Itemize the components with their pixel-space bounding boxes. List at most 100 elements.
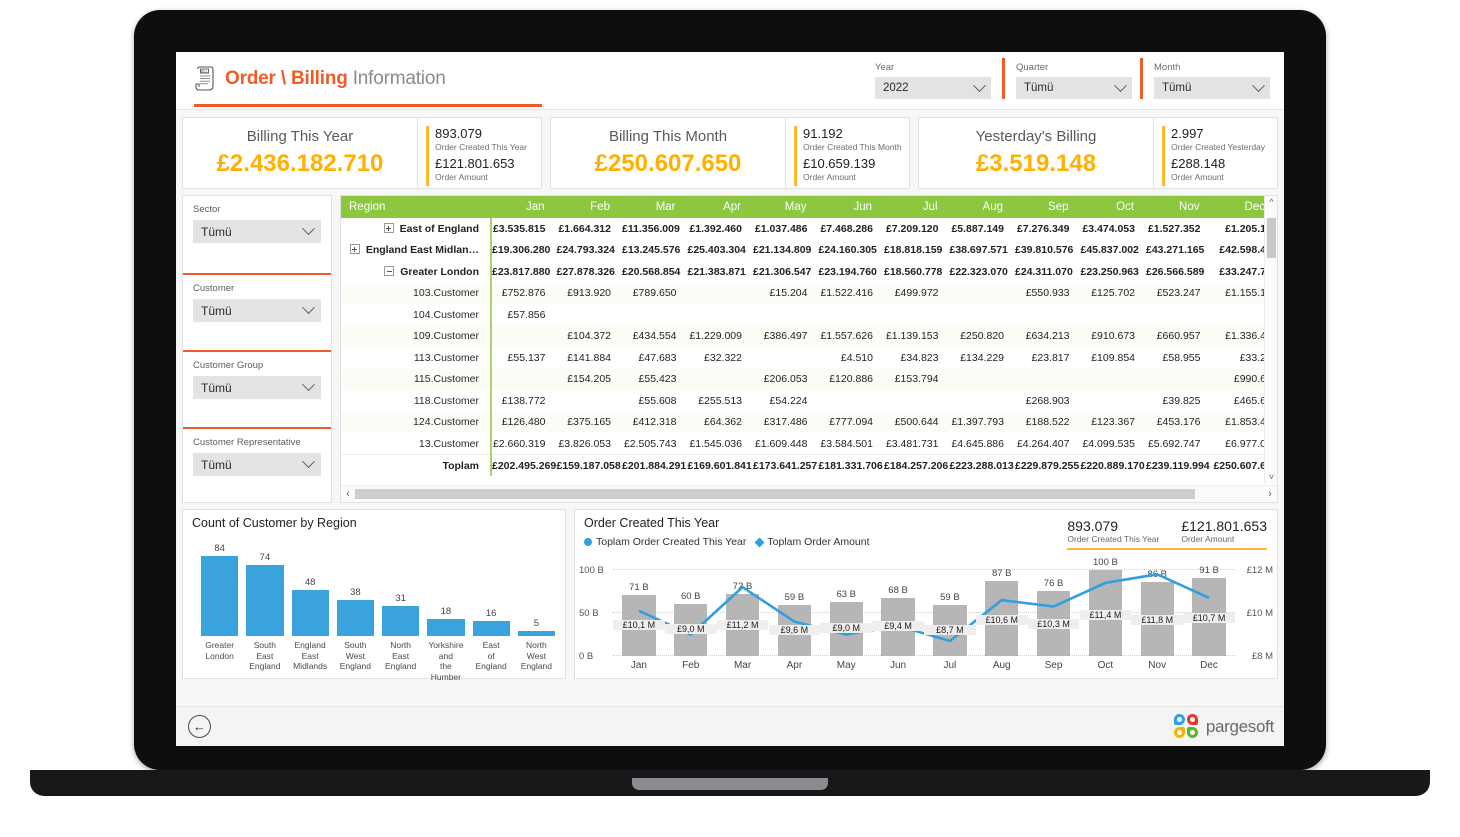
matrix-table-panel[interactable]: Region Jan Feb Mar Apr May Jun Jul Aug Sep Oct Nov D… <box>340 195 1278 503</box>
kpi-value: £3.519.148 <box>975 150 1097 177</box>
cell-apr: £64.362 <box>687 411 753 433</box>
column-header-mar[interactable]: Mar <box>622 196 688 218</box>
bar-rect[interactable] <box>246 565 284 636</box>
column-header-jul[interactable]: Jul <box>884 196 950 218</box>
collapse-icon[interactable] <box>384 265 395 276</box>
column-header-oct[interactable]: Oct <box>1080 196 1146 218</box>
cell-apr <box>687 368 753 390</box>
bar-column[interactable]: 16 <box>472 540 510 636</box>
bar-column[interactable]: 18 <box>427 540 465 636</box>
back-arrow-icon[interactable]: ← <box>188 715 211 738</box>
table-row[interactable]: 103.Customer £752.876 £913.920 £789.650 £15.… <box>341 282 1277 304</box>
column-header-region[interactable]: Region <box>341 196 492 218</box>
bar-chart-plot: 84 74 48 38 31 18 16 5 <box>201 540 555 636</box>
cell-nov: £453.176 <box>1146 411 1212 433</box>
matrix-horizontal-scrollbar[interactable]: ‹ › <box>341 485 1277 502</box>
table-row[interactable]: Greater London £23.817.880 £27.878.326 £20.… <box>341 261 1277 283</box>
cell-aug: £5.887.149 <box>949 218 1015 240</box>
bar-rect[interactable] <box>382 606 420 636</box>
expand-icon[interactable] <box>349 244 360 255</box>
bar-rect[interactable] <box>517 631 555 636</box>
bar-column[interactable]: 38 <box>336 540 374 636</box>
cell-region[interactable]: East of England <box>341 218 492 240</box>
filter-quarter-select[interactable]: Tümü <box>1016 77 1132 99</box>
bar-column[interactable]: 84 <box>201 540 239 636</box>
cell-region[interactable]: 118.Customer <box>341 390 492 412</box>
slicer-label: Customer Representative <box>193 437 301 448</box>
scroll-down-icon[interactable]: ˅ <box>1265 471 1277 484</box>
slicer-customer-group-select[interactable]: Tümü <box>193 376 321 399</box>
table-row[interactable]: 104.Customer £57.856 <box>341 304 1277 326</box>
y-axis-right-tick: £8 M <box>1251 651 1273 662</box>
column-header-feb[interactable]: Feb <box>556 196 622 218</box>
cell-region[interactable]: 115.Customer <box>341 368 492 390</box>
y-axis-left-tick: 0 B <box>579 651 594 662</box>
bar-rect[interactable] <box>291 590 329 636</box>
scroll-left-icon[interactable]: ‹ <box>341 486 355 502</box>
matrix-vertical-scrollbar[interactable]: ^ ˅ <box>1264 196 1277 484</box>
matrix-table: Region Jan Feb Mar Apr May Jun Jul Aug Sep Oct Nov D… <box>341 196 1277 476</box>
column-header-apr[interactable]: Apr <box>687 196 753 218</box>
cell-region[interactable]: 103.Customer <box>341 282 492 304</box>
slicer-customer: Customer Tümü <box>183 273 331 350</box>
bar-column[interactable]: 31 <box>382 540 420 636</box>
cell-jul: £153.794 <box>884 368 950 390</box>
column-header-may[interactable]: May <box>753 196 819 218</box>
filter-month-select[interactable]: Tümü <box>1154 77 1270 99</box>
bar-column[interactable]: 48 <box>291 540 329 636</box>
column-header-aug[interactable]: Aug <box>949 196 1015 218</box>
bar-column[interactable]: 74 <box>246 540 284 636</box>
cell-apr: £1.545.036 <box>687 433 753 455</box>
slicer-sector-select[interactable]: Tümü <box>193 220 321 243</box>
table-total-row: Toplam £202.495.269 £159.187.058 £201.884.2… <box>341 454 1277 476</box>
column-header-sep[interactable]: Sep <box>1015 196 1081 218</box>
column-header-jun[interactable]: Jun <box>818 196 884 218</box>
kpi-side: 2.997 Order Created Yesterday £288.148 O… <box>1153 118 1277 188</box>
cell-jun <box>818 304 884 326</box>
table-row[interactable]: 13.Customer £2.660.319 £3.826.053 £2.505.74… <box>341 433 1277 455</box>
cell-region[interactable]: 13.Customer <box>341 433 492 455</box>
kpi-side: 91.192 Order Created This Month £10.659.… <box>785 118 909 188</box>
cell-feb: £154.205 <box>556 368 622 390</box>
legend-item-amount[interactable]: Toplam Order Amount <box>754 536 870 548</box>
bar-column[interactable]: 5 <box>517 540 555 636</box>
bar-rect[interactable] <box>201 555 239 636</box>
combo-line-label: £11,4 M <box>1079 609 1132 620</box>
cell-region[interactable]: England East Midlan… <box>341 239 492 261</box>
expand-icon[interactable] <box>383 222 394 233</box>
table-row[interactable]: 109.Customer £104.372 £434.554 £1.229.009 £3… <box>341 325 1277 347</box>
cell-sep: £24.311.070 <box>1015 261 1081 283</box>
cell-oct: £3.474.053 <box>1080 218 1146 240</box>
bar-value-label: 16 <box>485 607 497 619</box>
scrollbar-thumb[interactable] <box>355 489 1195 499</box>
scroll-right-icon[interactable]: › <box>1263 486 1277 502</box>
column-header-jan[interactable]: Jan <box>491 196 557 218</box>
table-row[interactable]: 113.Customer £55.137 £141.884 £47.683 £32.32… <box>341 347 1277 369</box>
filter-year-select[interactable]: 2022 <box>875 77 991 99</box>
cell-region[interactable]: 104.Customer <box>341 304 492 326</box>
slicer-customer-select[interactable]: Tümü <box>193 299 321 322</box>
combo-x-label: Jul <box>943 660 957 671</box>
slicer-customer-representative-select[interactable]: Tümü <box>193 453 321 476</box>
bar-rect[interactable] <box>427 618 465 636</box>
scrollbar-thumb[interactable] <box>1267 218 1276 258</box>
cell-region[interactable]: 109.Customer <box>341 325 492 347</box>
chevron-down-icon <box>302 378 315 392</box>
cell-region[interactable]: Greater London <box>341 261 492 283</box>
chevron-down-icon <box>302 301 315 315</box>
column-header-nov[interactable]: Nov <box>1146 196 1212 218</box>
table-row[interactable]: 118.Customer £138.772 £55.608 £255.513 £54.2… <box>341 390 1277 412</box>
bar-rect[interactable] <box>336 599 374 636</box>
cell-region[interactable]: 113.Customer <box>341 347 492 369</box>
cell-region[interactable]: 124.Customer <box>341 411 492 433</box>
table-row[interactable]: 124.Customer £126.480 £375.165 £412.318 £64.… <box>341 411 1277 433</box>
logo-petal-yellow <box>1173 727 1185 738</box>
scroll-up-icon[interactable]: ^ <box>1265 196 1277 209</box>
table-row[interactable]: East of England £3.535.815 £1.664.312 £11.3… <box>341 218 1277 240</box>
table-row[interactable]: England East Midlan… £19.306.280 £24.793.3… <box>341 239 1277 261</box>
table-row[interactable]: 115.Customer £154.205 £55.423 £206.053 £120.… <box>341 368 1277 390</box>
cell-jan: £3.535.815 <box>491 218 557 240</box>
cell-apr: £25.403.304 <box>687 239 753 261</box>
legend-item-orders[interactable]: Toplam Order Created This Year <box>584 536 746 548</box>
bar-rect[interactable] <box>472 620 510 636</box>
